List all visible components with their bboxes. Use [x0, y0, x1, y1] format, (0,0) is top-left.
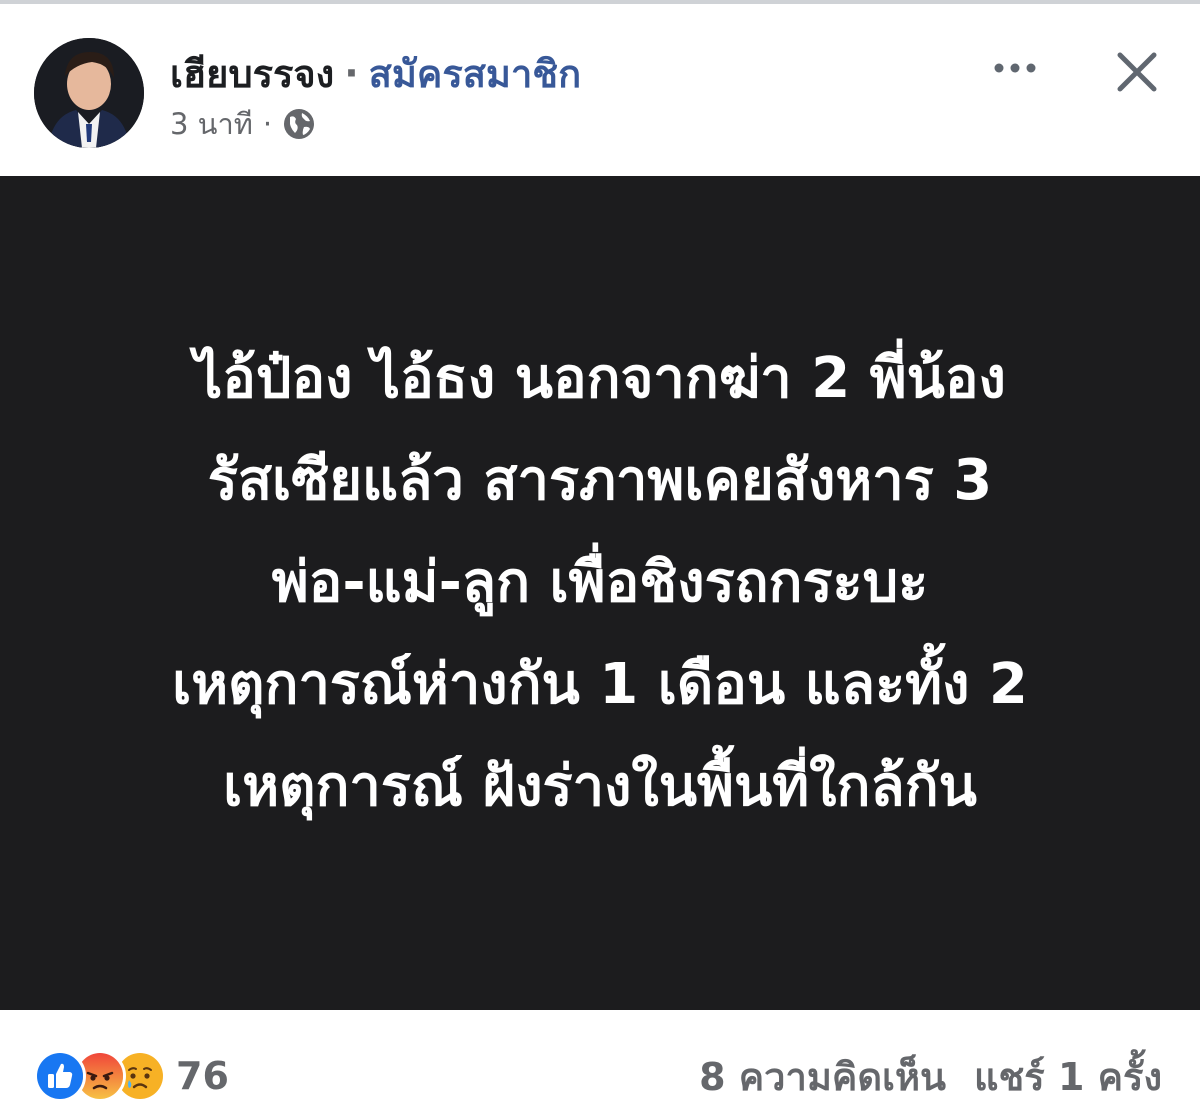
post-text-line: พ่อ-แม่-ลูก เพื่อชิงรถกระบะ [271, 550, 929, 615]
post-image[interactable]: ไอ้ป๋อง ไอ้ธง นอกจากฆ่า 2 พี่น้อง รัสเซี… [0, 176, 1200, 1010]
post-text: ไอ้ป๋อง ไอ้ธง นอกจากฆ่า 2 พี่น้อง รัสเซี… [40, 328, 1160, 838]
more-icon[interactable] [990, 48, 1040, 88]
avatar[interactable] [34, 38, 144, 148]
post-header: เฮียบรรจง · สมัครสมาชิก 3 นาที · [0, 4, 1200, 176]
post-text-line: ไอ้ป๋อง ไอ้ธง นอกจากฆ่า 2 พี่น้อง [194, 346, 1006, 411]
post-text-line: รัสเซียแล้ว สารภาพเคยสังหาร 3 [207, 448, 993, 513]
author-line: เฮียบรรจง · สมัครสมาชิก [170, 48, 581, 98]
post-footer: 76 8 ความคิดเห็น แชร์ 1 ครั้ง [0, 1010, 1200, 1120]
subscribe-link[interactable]: สมัครสมาชิก [369, 43, 581, 104]
reactions-summary[interactable]: 76 [34, 1046, 229, 1106]
reaction-count: 76 [176, 1054, 229, 1098]
post-timestamp[interactable]: 3 นาที [170, 101, 253, 147]
engagement-counts: 8 ความคิดเห็น แชร์ 1 ครั้ง [699, 1046, 1162, 1106]
like-icon [34, 1050, 86, 1102]
author-name[interactable]: เฮียบรรจง [170, 43, 334, 104]
post-meta: 3 นาที · [170, 104, 316, 144]
close-icon[interactable] [1112, 47, 1162, 97]
post-text-line: เหตุการณ์ ฝังร่างในพื้นที่ใกล้กัน [223, 754, 977, 819]
post-text-line: เหตุการณ์ห่างกัน 1 เดือน และทั้ง 2 [172, 652, 1028, 717]
globe-icon [282, 107, 316, 141]
comments-count[interactable]: 8 ความคิดเห็น [699, 1046, 946, 1107]
meta-separator: · [262, 107, 273, 141]
shares-count[interactable]: แชร์ 1 ครั้ง [974, 1046, 1162, 1107]
name-separator: · [344, 51, 359, 95]
